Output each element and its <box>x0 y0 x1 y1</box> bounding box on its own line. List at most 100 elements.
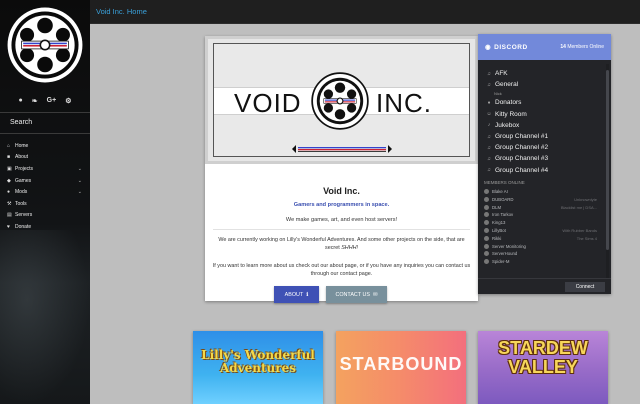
sidebar-item-label: About <box>15 154 29 161</box>
sidebar-item-projects[interactable]: ▣ Projects ⌄ <box>0 163 90 175</box>
member-name: DLM <box>492 204 502 210</box>
sidebar-item-home[interactable]: ⌂ Home <box>0 140 90 152</box>
member-item[interactable]: Spider-M <box>484 258 604 266</box>
banner-text-left: VOID <box>234 88 302 118</box>
avatar <box>484 204 489 210</box>
avatar <box>484 251 489 257</box>
member-name: ServerHound <box>492 251 518 257</box>
avatar <box>484 189 489 195</box>
member-item[interactable]: Rikki The Sims 4 <box>484 234 604 242</box>
game-logo-line: STARDEW <box>498 338 588 358</box>
member-item[interactable]: Iron Tarkov <box>484 211 604 219</box>
channel-name: Kitty Room <box>495 110 527 118</box>
member-item[interactable]: Blake AI <box>484 188 604 196</box>
game-card-lillys-wonderful-adventures[interactable]: Lilly's Wonderful Adventures <box>193 331 323 404</box>
channel-item[interactable]: ♫ AFK <box>484 68 604 79</box>
voice-channel-icon: ♫ <box>487 155 491 162</box>
sidebar-item-tools[interactable]: ⚒ Tools <box>0 198 90 210</box>
member-name: DUBOARD <box>492 196 514 202</box>
github-icon[interactable]: ● <box>19 97 23 105</box>
channel-name: Group Channel #2 <box>495 144 549 152</box>
channel-item[interactable]: ♫ Group Channel #2 <box>484 142 604 153</box>
wrench-icon: ⚒ <box>7 200 12 207</box>
avatar <box>484 243 489 249</box>
member-name: Iron Tarkov <box>492 212 514 218</box>
sidebar-nav: ⌂ Home ■ About ▣ Projects ⌄ ◆ Games ⌄ ● Mods ⌄ ⚒… <box>0 140 90 233</box>
google-plus-icon[interactable]: G+ <box>47 97 57 105</box>
contact-button-label: CONTACT US <box>335 291 370 298</box>
voice-channel-icon: ♫ <box>487 81 491 88</box>
chevron-down-icon: ⌄ <box>77 165 82 172</box>
scrollbar-thumb[interactable] <box>606 70 609 250</box>
member-game: Unknownlyte <box>574 196 597 202</box>
connect-button[interactable]: Connect <box>565 282 605 292</box>
top-bar: Void Inc. Home <box>90 0 640 24</box>
game-logo-text: STARDEW VALLEY <box>478 339 608 377</box>
channel-item[interactable]: ♪ Jukebox <box>484 120 604 131</box>
steam-icon[interactable]: ⚙ <box>65 97 71 105</box>
sidebar-item-label: Mods <box>15 189 28 196</box>
divider <box>0 133 90 134</box>
heart-icon: ♥ <box>7 223 10 230</box>
members-online-count: 14 Members Online <box>560 44 604 50</box>
voice-channel-icon: ♫ <box>487 167 491 174</box>
channel-item[interactable]: ♫ Group Channel #3 <box>484 153 604 164</box>
discord-brand: DISCORD <box>494 43 528 51</box>
member-item[interactable]: LillyBot With Rubber Bands <box>484 227 604 235</box>
discord-header: ◉ DISCORD 14 Members Online <box>478 34 611 60</box>
member-item[interactable]: King13 <box>484 219 604 227</box>
game-card-starbound[interactable]: STARBOUND <box>336 331 466 404</box>
member-item[interactable]: DLM Blacklist me | DSA... <box>484 203 604 211</box>
game-card-stardew-valley[interactable]: STARDEW VALLEY <box>478 331 608 404</box>
sidebar-item-label: Home <box>15 142 29 149</box>
breadcrumb[interactable]: Void Inc. Home <box>96 7 147 16</box>
channel-item[interactable]: ♫ Group Channel #1 <box>484 131 604 142</box>
void-emblem-icon <box>311 72 369 130</box>
discord-logo[interactable]: ◉ DISCORD <box>485 43 528 52</box>
voice-channel-icon: ♫ <box>487 70 491 77</box>
discord-widget: ◉ DISCORD 14 Members Online ♫ AFK ♫ General… <box>478 34 611 294</box>
sidebar-item-mods[interactable]: ● Mods ⌄ <box>0 186 90 198</box>
contact-paragraph: If you want to learn more about us check… <box>212 263 471 277</box>
about-button-label: ABOUT <box>284 291 304 298</box>
game-logo-line: Lilly's Wonderful <box>201 348 315 362</box>
channel-name: Group Channel #3 <box>495 155 549 163</box>
channel-item[interactable]: ♫ Group Channel #4 <box>484 165 604 176</box>
member-item[interactable]: ServerHound <box>484 250 604 258</box>
member-item[interactable]: DUBOARD Unknownlyte <box>484 195 604 203</box>
sidebar-item-servers[interactable]: ▤ Servers <box>0 210 90 222</box>
intro-paragraph: We are currently working on Lilly's Wond… <box>215 236 468 252</box>
sidebar-item-donate[interactable]: ♥ Donate <box>0 221 90 233</box>
member-name: LillyBot <box>492 228 506 234</box>
voice-channel-icon: ♫ <box>487 133 491 140</box>
channel-item[interactable]: ♫ General <box>484 79 604 90</box>
channel-name: Group Channel #4 <box>495 166 549 174</box>
avatar <box>484 228 489 234</box>
divider <box>213 229 470 230</box>
channel-name: General <box>495 81 519 89</box>
sidebar-item-label: Servers <box>15 212 33 219</box>
contact-button[interactable]: CONTACT US ✉ <box>326 286 387 303</box>
search-input[interactable]: Search <box>0 114 90 131</box>
chevron-down-icon: ⌄ <box>77 177 82 184</box>
member-name: Server Monitoring <box>492 243 526 249</box>
members-heading: MEMBERS ONLINE <box>484 179 525 185</box>
discord-scrollbar[interactable] <box>606 64 609 294</box>
channel-item[interactable]: ☺ Kitty Room <box>484 109 604 120</box>
member-item[interactable]: Server Monitoring <box>484 242 604 250</box>
channel-item[interactable]: ♦ Donators <box>484 97 604 108</box>
about-button[interactable]: ABOUT ℹ <box>274 286 319 303</box>
avatar <box>484 220 489 226</box>
sidebar-item-about[interactable]: ■ About <box>0 152 90 164</box>
discord-body: ♫ AFK ♫ General Nick ♦ Donators ☺ Kitty Room… <box>478 60 611 278</box>
sidebar-item-games[interactable]: ◆ Games ⌄ <box>0 175 90 187</box>
mods-icon: ● <box>7 189 11 196</box>
member-game: With Rubber Bands <box>562 228 597 234</box>
avatar <box>484 259 489 265</box>
chevron-down-icon: ⌄ <box>77 189 82 196</box>
channel-name: Donators <box>495 99 522 107</box>
void-inc-logo[interactable] <box>6 6 84 84</box>
channel-user[interactable]: Nick <box>484 90 604 97</box>
gamepad-icon: ◆ <box>7 177 11 184</box>
twitter-icon[interactable]: ❧ <box>32 97 38 105</box>
